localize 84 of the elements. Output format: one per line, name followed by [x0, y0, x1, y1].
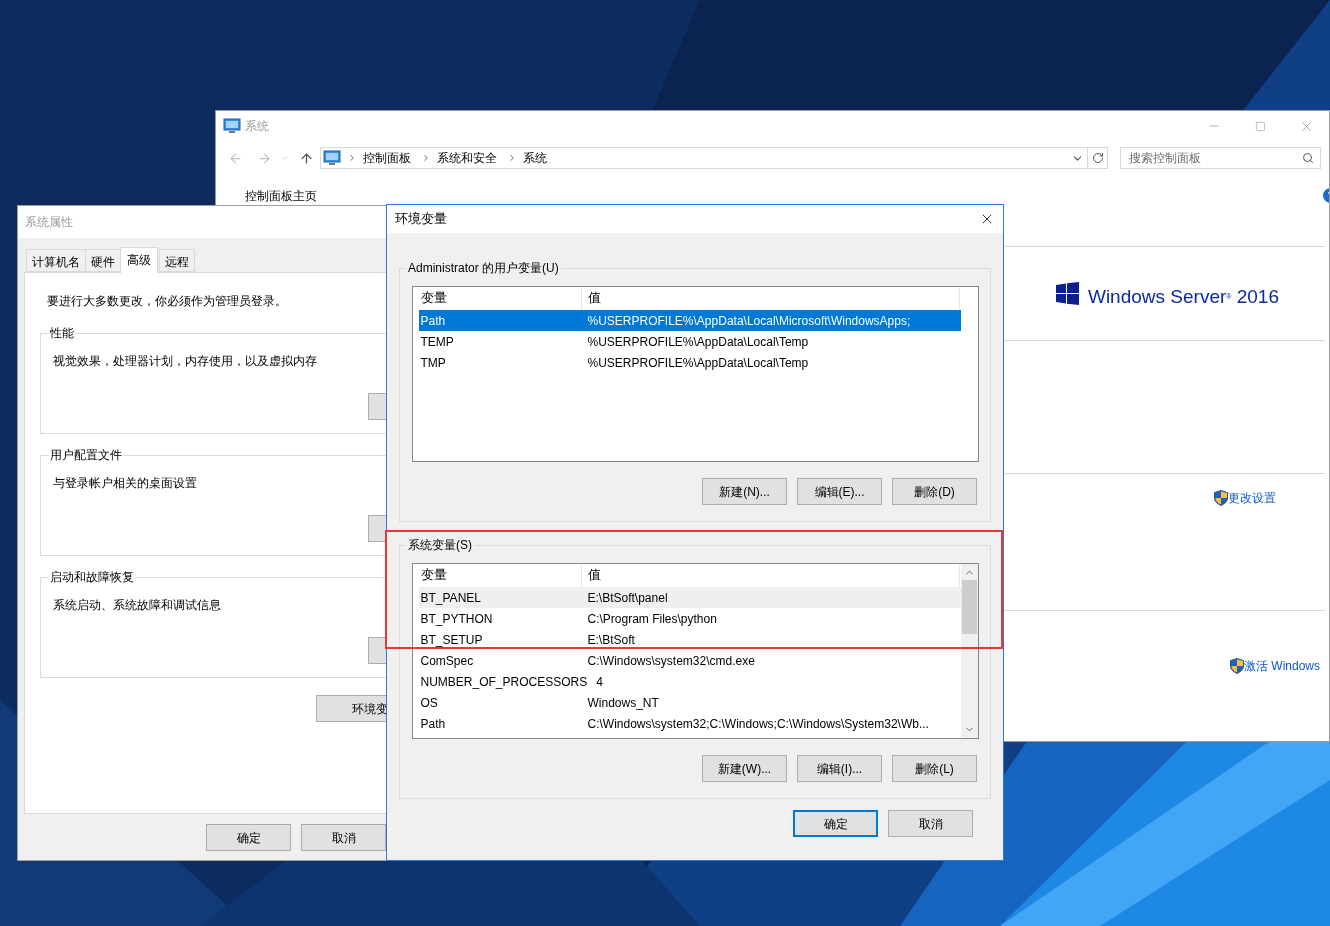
- dialog-title: 环境变量: [395, 210, 447, 228]
- variable-value: Windows_NT: [586, 694, 659, 712]
- variable-value: %USERPROFILE%\AppData\Local\Temp: [586, 354, 809, 372]
- variable-value: C:\Windows\system32\cmd.exe: [586, 652, 755, 670]
- group-description: 视觉效果，处理器计划，内存使用，以及虚拟内存: [53, 353, 318, 370]
- list-button[interactable]: 编辑(I)...: [797, 755, 882, 782]
- variable-row[interactable]: ComSpec C:\Windows\system32\cmd.exe: [418, 650, 961, 671]
- group-description: 系统启动、系统故障和调试信息: [53, 597, 222, 614]
- window-title: 系统: [245, 118, 269, 135]
- chevron-icon: [507, 153, 517, 163]
- column-header[interactable]: 变量: [418, 564, 582, 587]
- variable-name: BT_PANEL: [419, 589, 482, 607]
- column-header[interactable]: 变量: [418, 287, 582, 310]
- variable-name: Path: [419, 312, 447, 330]
- group-title: 用户配置文件: [49, 447, 123, 464]
- group-title: Administrator 的用户变量(U): [407, 260, 560, 277]
- breadcrumb[interactable]: 控制面板: [363, 149, 411, 167]
- search-field[interactable]: 搜索控制面板: [1129, 149, 1302, 167]
- shield-icon: [1230, 658, 1244, 674]
- chevron-icon: [421, 153, 431, 163]
- variable-row[interactable]: OS Windows_NT: [418, 692, 961, 713]
- product-name: Windows Server$^{®}$ 2016: [1087, 286, 1279, 306]
- variable-name: ComSpec: [419, 652, 475, 670]
- dialog-button[interactable]: 取消: [301, 824, 386, 851]
- group-title: 性能: [49, 325, 75, 342]
- list-button[interactable]: 删除(D): [892, 478, 977, 505]
- list-button[interactable]: 新建(N)...: [702, 478, 787, 505]
- variable-name: Path: [419, 715, 447, 733]
- dialog-button[interactable]: 取消: [888, 810, 973, 837]
- monitor-icon: [223, 118, 241, 134]
- variable-name: BT_SETUP: [419, 631, 484, 649]
- variable-row[interactable]: BT_SETUP E:\BtSoft: [418, 629, 961, 650]
- variable-value: %USERPROFILE%\AppData\Local\Temp: [586, 333, 809, 351]
- scrollbar[interactable]: [960, 564, 978, 738]
- tab[interactable]: 远程: [159, 249, 195, 272]
- column-header[interactable]: 值: [581, 287, 960, 310]
- variable-row[interactable]: TEMP %USERPROFILE%\AppData\Local\Temp: [418, 331, 961, 352]
- variable-value: 4: [595, 673, 603, 691]
- variable-row[interactable]: TMP %USERPROFILE%\AppData\Local\Temp: [418, 352, 961, 373]
- variable-row[interactable]: BT_PANEL E:\BtSoft\panel: [418, 587, 961, 608]
- tab[interactable]: 计算机名: [26, 249, 86, 272]
- shield-icon: [1214, 490, 1228, 506]
- up-icon[interactable]: [299, 150, 314, 166]
- window-title: 系统属性: [25, 214, 73, 231]
- refresh-button[interactable]: [1088, 147, 1108, 169]
- list-button[interactable]: 编辑(E)...: [797, 478, 882, 505]
- variable-value: %USERPROFILE%\AppData\Local\Microsoft\WindowsApps;: [586, 312, 911, 330]
- settings-link[interactable]: 激活 Windows: [1244, 657, 1320, 675]
- group-title: 系统变量(S): [407, 537, 473, 554]
- monitor-icon: [323, 150, 341, 166]
- group-description: 与登录帐户相关的桌面设置: [53, 475, 198, 492]
- variable-value: C:\Windows\system32;C:\Windows;C:\Windows\System32\Wb...: [586, 715, 929, 733]
- tab[interactable]: 高级: [120, 247, 158, 273]
- list-button[interactable]: 新建(W)...: [702, 755, 787, 782]
- variable-name: TMP: [419, 354, 447, 372]
- variable-row[interactable]: Path C:\Windows\system32;C:\Windows;C:\Windows\System32\Wb...: [418, 713, 961, 734]
- variable-row[interactable]: NUMBER_OF_PROCESSORS 4: [418, 671, 961, 692]
- nav-link[interactable]: 控制面板主页: [245, 189, 317, 203]
- variable-name: NUMBER_OF_PROCESSORS: [419, 673, 589, 691]
- windows-logo-icon: [1055, 281, 1082, 306]
- variable-value: E:\BtSoft\panel: [586, 589, 668, 607]
- variable-name: TEMP: [419, 333, 455, 351]
- refresh-icon: [1091, 152, 1104, 164]
- address-bar[interactable]: 控制面板 系统和安全 系统: [320, 147, 1088, 169]
- column-header[interactable]: 值: [581, 564, 960, 587]
- variable-row[interactable]: BT_PYTHON C:\Program Files\python: [418, 608, 961, 629]
- variable-row[interactable]: Path %USERPROFILE%\AppData\Local\Microsoft\WindowsApps;: [418, 310, 961, 331]
- tab[interactable]: 硬件: [85, 249, 121, 272]
- breadcrumb[interactable]: 系统和安全: [437, 149, 497, 167]
- search-box[interactable]: 搜索控制面板: [1120, 147, 1321, 169]
- chevron-icon: [347, 153, 357, 163]
- dialog-button[interactable]: 确定: [793, 810, 878, 837]
- dialog-button[interactable]: 确定: [206, 824, 291, 851]
- group-title: 启动和故障恢复: [49, 569, 135, 586]
- variable-value: E:\BtSoft: [586, 631, 635, 649]
- environment-variables-button[interactable]: 环境变: [316, 695, 388, 722]
- variable-name: OS: [419, 694, 439, 712]
- search-icon[interactable]: [1302, 152, 1314, 164]
- variable-name: BT_PYTHON: [419, 610, 494, 628]
- notice-text: 要进行大多数更改，你必须作为管理员登录。: [47, 293, 288, 310]
- list-button[interactable]: 删除(L): [892, 755, 977, 782]
- breadcrumb[interactable]: 系统: [523, 149, 547, 167]
- settings-link[interactable]: 更改设置: [1228, 489, 1276, 507]
- variable-value: C:\Program Files\python: [586, 610, 717, 628]
